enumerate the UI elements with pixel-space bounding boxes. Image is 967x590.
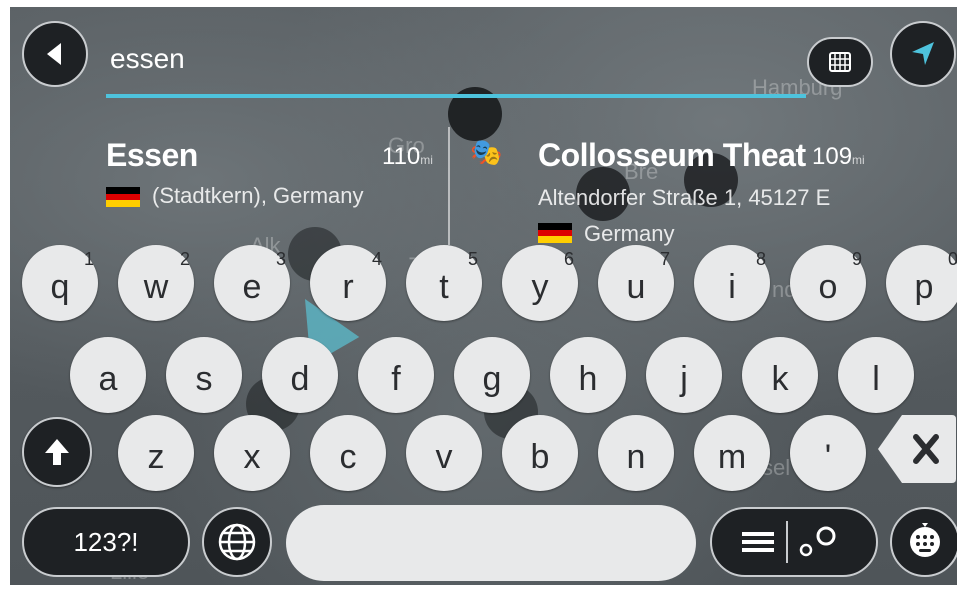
search-input[interactable]: essen: [110, 43, 185, 75]
map-view-button[interactable]: [807, 37, 873, 87]
result-country: Germany: [584, 221, 675, 246]
key-l[interactable]: l: [838, 337, 914, 413]
shift-arrow-icon: [45, 439, 69, 465]
result-distance: 109mi: [812, 143, 865, 170]
map-icon: [829, 52, 851, 72]
key-t[interactable]: t5: [406, 245, 482, 321]
key-c[interactable]: c: [310, 415, 386, 491]
backspace-icon: [878, 415, 956, 483]
key-u[interactable]: u7: [598, 245, 674, 321]
key-k[interactable]: k: [742, 337, 818, 413]
key-o[interactable]: o9: [790, 245, 866, 321]
key-q[interactable]: q1: [22, 245, 98, 321]
germany-flag-icon: [538, 223, 572, 243]
key-r[interactable]: r4: [310, 245, 386, 321]
key-apostrophe[interactable]: ': [790, 415, 866, 491]
key-p[interactable]: p0: [886, 245, 957, 321]
key-s[interactable]: s: [166, 337, 242, 413]
key-g[interactable]: g: [454, 337, 530, 413]
back-arrow-icon: [47, 43, 61, 65]
key-h[interactable]: h: [550, 337, 626, 413]
key-y[interactable]: y6: [502, 245, 578, 321]
result-address: (Stadtkern), Germany: [152, 183, 364, 208]
route-points-icon: [799, 526, 836, 557]
globe-icon: [218, 523, 256, 561]
key-f[interactable]: f: [358, 337, 434, 413]
germany-flag-icon: [106, 187, 140, 207]
result-distance: 110mi: [382, 143, 433, 170]
key-w[interactable]: w2: [118, 245, 194, 321]
navigation-screen: Hamburg Gro Bre Alk Zw Lille sel nd esse…: [10, 7, 957, 585]
shift-key[interactable]: [22, 417, 92, 487]
key-x[interactable]: x: [214, 415, 290, 491]
symbols-key[interactable]: 123?!: [22, 507, 190, 577]
key-m[interactable]: m: [694, 415, 770, 491]
back-button[interactable]: [22, 21, 88, 87]
key-b[interactable]: b: [502, 415, 578, 491]
key-e[interactable]: e3: [214, 245, 290, 321]
toggle-separator: [786, 521, 788, 563]
results-view-toggle[interactable]: [710, 507, 878, 577]
language-key[interactable]: [202, 507, 272, 577]
key-a[interactable]: a: [70, 337, 146, 413]
space-key[interactable]: [286, 505, 696, 581]
key-d[interactable]: d: [262, 337, 338, 413]
key-v[interactable]: v: [406, 415, 482, 491]
backspace-key[interactable]: [876, 411, 957, 487]
hide-keyboard-key[interactable]: [890, 507, 957, 577]
key-z[interactable]: z: [118, 415, 194, 491]
key-n[interactable]: n: [598, 415, 674, 491]
result-title: Collosseum Theat: [538, 137, 806, 173]
key-i[interactable]: i8: [694, 245, 770, 321]
result-address: Altendorfer Straße 1, 45127 E: [538, 185, 831, 210]
search-input-underline: [106, 94, 806, 98]
search-result-essen[interactable]: Essen 110mi (Stadtkern), Germany: [10, 127, 446, 245]
navigation-arrow-icon: [912, 42, 934, 65]
list-icon: [742, 532, 774, 552]
navigation-mode-button[interactable]: [890, 21, 956, 87]
key-j[interactable]: j: [646, 337, 722, 413]
search-result-collosseum-theater[interactable]: Collosseum Theat 109mi Altendorfer Straß…: [450, 127, 957, 257]
result-title: Essen: [106, 137, 198, 173]
keyboard-icon: [910, 523, 940, 557]
